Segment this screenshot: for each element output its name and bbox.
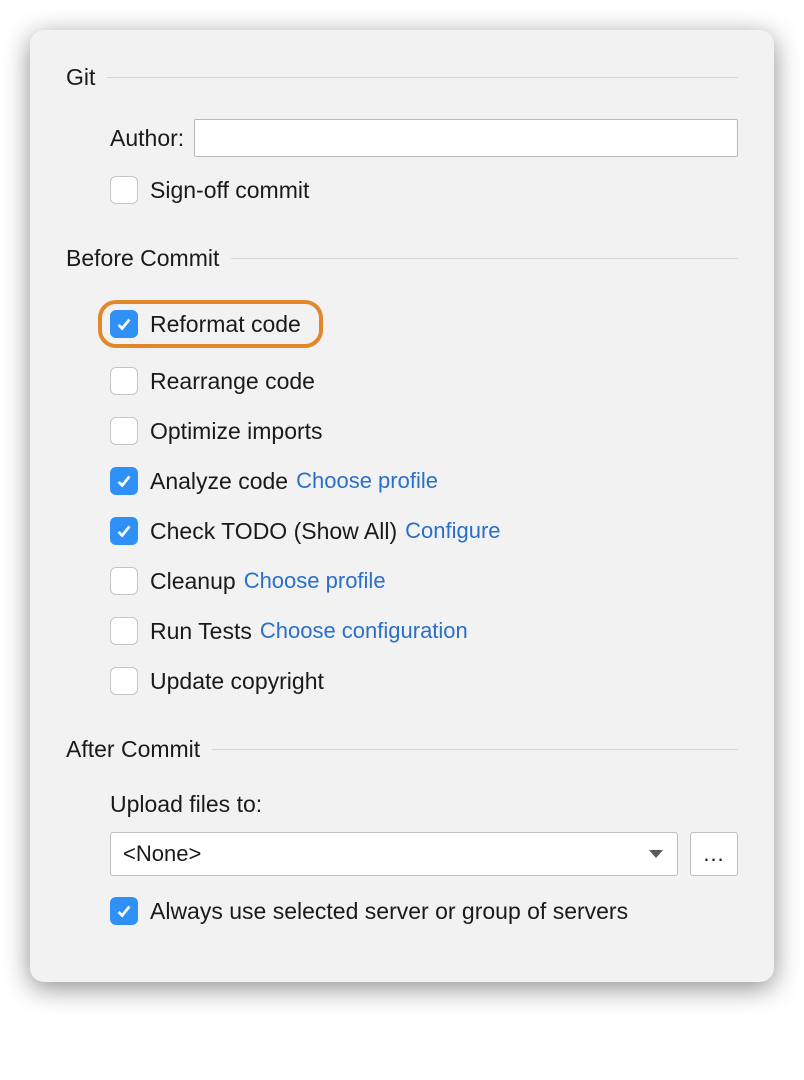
ellipsis-icon: ... bbox=[703, 841, 724, 867]
git-section-header: Git bbox=[66, 64, 738, 91]
before-commit-title: Before Commit bbox=[66, 245, 219, 272]
before-commit-header: Before Commit bbox=[66, 245, 738, 272]
after-commit-header: After Commit bbox=[66, 736, 738, 763]
highlight-ring: Reformat code bbox=[98, 300, 323, 348]
before-commit-link[interactable]: Choose profile bbox=[296, 468, 438, 494]
before-commit-link[interactable]: Choose configuration bbox=[260, 618, 468, 644]
author-row: Author: bbox=[110, 119, 738, 157]
before-commit-item[interactable]: Optimize imports bbox=[110, 414, 738, 448]
before-commit-label: Cleanup bbox=[150, 568, 236, 595]
before-commit-checkbox[interactable] bbox=[110, 517, 138, 545]
section-divider bbox=[231, 258, 738, 259]
before-commit-checkbox[interactable] bbox=[110, 617, 138, 645]
before-commit-item[interactable]: Cleanup Choose profile bbox=[110, 564, 738, 598]
always-use-label: Always use selected server or group of s… bbox=[150, 898, 628, 925]
before-commit-checkbox[interactable] bbox=[110, 417, 138, 445]
upload-target-select[interactable]: <None> bbox=[110, 832, 678, 876]
before-commit-label: Check TODO (Show All) bbox=[150, 518, 397, 545]
git-section: Git Author: Sign-off commit bbox=[66, 64, 738, 207]
author-label: Author: bbox=[110, 125, 184, 152]
always-use-row[interactable]: Always use selected server or group of s… bbox=[110, 894, 738, 928]
browse-button[interactable]: ... bbox=[690, 832, 738, 876]
upload-files-label: Upload files to: bbox=[110, 791, 738, 818]
section-divider bbox=[107, 77, 738, 78]
upload-target-value: <None> bbox=[123, 841, 201, 867]
before-commit-label: Run Tests bbox=[150, 618, 252, 645]
chevron-down-icon bbox=[649, 850, 663, 858]
signoff-label: Sign-off commit bbox=[150, 177, 309, 204]
before-commit-link[interactable]: Configure bbox=[405, 518, 500, 544]
before-commit-link[interactable]: Choose profile bbox=[244, 568, 386, 594]
commit-options-panel: Git Author: Sign-off commit Before Commi… bbox=[30, 30, 774, 982]
before-commit-label: Rearrange code bbox=[150, 368, 315, 395]
signoff-checkbox[interactable] bbox=[110, 176, 138, 204]
before-commit-checkbox[interactable] bbox=[110, 467, 138, 495]
before-commit-item[interactable]: Check TODO (Show All) Configure bbox=[110, 514, 738, 548]
before-commit-label: Reformat code bbox=[150, 311, 301, 338]
before-commit-item[interactable]: Reformat code bbox=[110, 300, 738, 348]
before-commit-checkbox[interactable] bbox=[110, 567, 138, 595]
before-commit-item[interactable]: Run Tests Choose configuration bbox=[110, 614, 738, 648]
before-commit-list: Reformat code Rearrange code Optimize impo… bbox=[66, 300, 738, 698]
signoff-row[interactable]: Sign-off commit bbox=[110, 173, 738, 207]
section-divider bbox=[212, 749, 738, 750]
before-commit-label: Update copyright bbox=[150, 668, 324, 695]
before-commit-checkbox[interactable] bbox=[110, 310, 138, 338]
before-commit-item[interactable]: Update copyright bbox=[110, 664, 738, 698]
before-commit-checkbox[interactable] bbox=[110, 667, 138, 695]
before-commit-label: Analyze code bbox=[150, 468, 288, 495]
before-commit-item[interactable]: Analyze code Choose profile bbox=[110, 464, 738, 498]
git-section-title: Git bbox=[66, 64, 95, 91]
after-commit-title: After Commit bbox=[66, 736, 200, 763]
before-commit-item[interactable]: Rearrange code bbox=[110, 364, 738, 398]
after-commit-section: After Commit Upload files to: <None> ...… bbox=[66, 736, 738, 928]
always-use-checkbox[interactable] bbox=[110, 897, 138, 925]
before-commit-section: Before Commit Reformat code Rearrange cod… bbox=[66, 245, 738, 698]
before-commit-label: Optimize imports bbox=[150, 418, 323, 445]
upload-select-row: <None> ... bbox=[110, 832, 738, 876]
author-input[interactable] bbox=[194, 119, 738, 157]
before-commit-checkbox[interactable] bbox=[110, 367, 138, 395]
